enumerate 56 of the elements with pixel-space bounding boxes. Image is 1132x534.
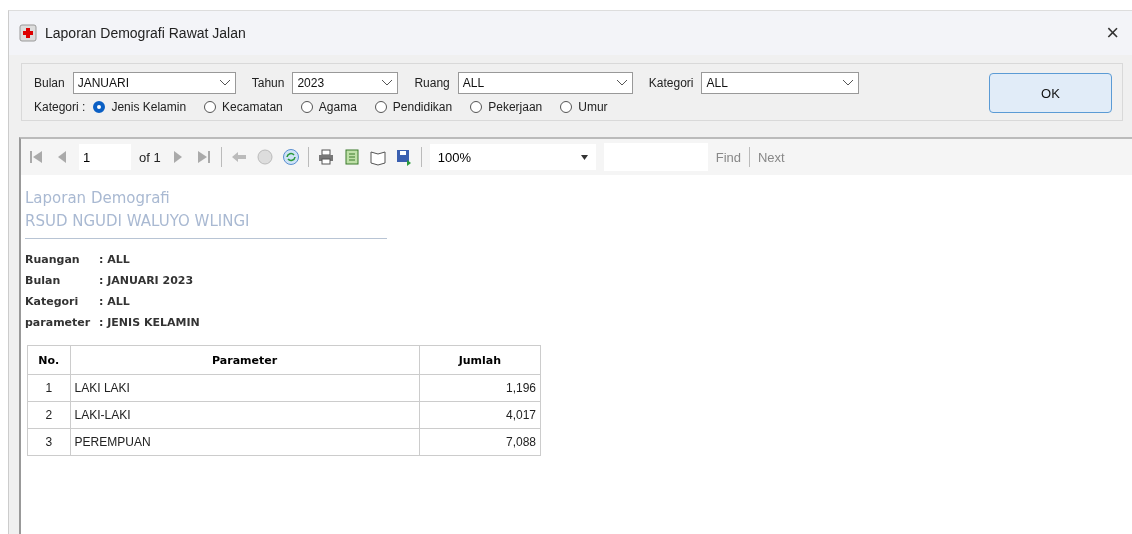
info-value: : JENIS KELAMIN [99,316,201,329]
table-cell: 2 [27,401,71,429]
book-icon[interactable] [368,148,387,166]
radio-option[interactable]: Jenis Kelamin [93,100,187,114]
report-subtitle: RSUD NGUDI WALUYO WLINGI [25,211,251,232]
table-cell: LAKI-LAKI [70,401,420,429]
dropdown[interactable]: 2023 [292,72,399,94]
info-value: : ALL [99,295,131,308]
table-cell: LAKI LAKI [70,374,420,402]
table-cell: 1 [27,374,71,402]
page-number-field[interactable]: 1 [79,144,131,170]
stop-icon[interactable] [255,148,274,166]
table-cell: 4,017 [419,401,541,429]
filter-label: Tahun [251,76,285,90]
caret-down-icon [580,154,588,160]
save-icon[interactable] [394,148,413,166]
dropdown[interactable]: JANUARI [72,72,236,94]
first-page-icon[interactable] [27,148,45,166]
column-header: Jumlah [419,345,541,375]
info-value: : JANUARI 2023 [99,274,195,287]
window-title: Laporan Demografi Rawat Jalan [45,25,247,41]
table-cell: PEREMPUAN [70,428,420,456]
chevron-down-icon [218,79,231,87]
column-header: No. [27,345,71,375]
page-layout-icon[interactable] [342,148,361,166]
filter-label: Kategori [648,76,694,90]
info-label: Kategori [25,295,80,308]
dropdown[interactable]: ALL [701,72,860,94]
radio-option[interactable]: Pendidikan [374,100,453,114]
column-header: Parameter [70,345,420,375]
radio-option[interactable]: Umur [560,100,608,114]
filter-label: Ruang [414,76,450,90]
table-cell: 3 [27,428,71,456]
radio-option[interactable]: Pekerjaan [470,100,543,114]
filter-label: Bulan [34,76,65,90]
info-value: : ALL [99,253,131,266]
zoom-dropdown[interactable]: 100% [429,144,596,170]
info-label: parameter [25,316,92,329]
medical-cross-icon [19,24,37,42]
info-label: Ruangan [25,253,81,266]
page-count: of 1 [139,149,161,165]
refresh-icon[interactable] [281,148,300,166]
radio-option[interactable]: Agama [300,100,357,114]
kategori-label: Kategori : [34,100,86,114]
dropdown[interactable]: ALL [457,72,633,94]
ok-button[interactable]: OK [989,73,1112,113]
info-label: Bulan [25,274,62,287]
printer-icon[interactable] [316,148,335,166]
chevron-down-icon [615,79,628,87]
close-button[interactable]: × [1102,20,1123,46]
radio-option[interactable]: Kecamatan [204,100,283,114]
table-cell: 7,088 [419,428,541,456]
report-title: Laporan Demografi [25,188,171,209]
chevron-down-icon [381,79,394,87]
table-cell: 1,196 [419,374,541,402]
chevron-down-icon [842,79,855,87]
